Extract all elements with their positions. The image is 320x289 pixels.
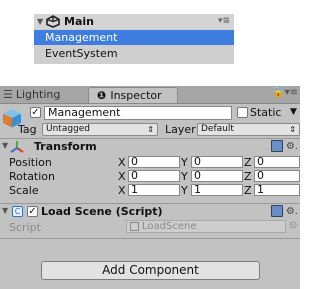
tab-lighting[interactable]: ☰ Lighting: [0, 87, 88, 103]
axis-z-label: Z: [244, 184, 252, 197]
gameobject-header: ✓ Management Static ▼ Tag Untagged ⇕ Lay…: [0, 104, 300, 137]
inspector-window: ☰ Lighting ❶ Inspector 🔒▾≡ ✓ Management St…: [0, 86, 300, 289]
transform-axes-icon: [10, 141, 24, 153]
unity-scene-icon: [46, 15, 60, 28]
position-y-field[interactable]: 0: [191, 156, 243, 168]
static-dropdown-arrow-icon[interactable]: ▼: [290, 107, 297, 117]
tab-inspector-label: Inspector: [110, 89, 162, 102]
axis-z-label: Z: [244, 170, 252, 183]
hierarchy-item[interactable]: Management: [34, 30, 234, 45]
tag-dropdown-value: Untagged: [46, 124, 91, 134]
component-settings-icon[interactable]: ⚙.: [270, 205, 298, 217]
static-checkbox[interactable]: [237, 107, 248, 118]
divider: [0, 238, 300, 239]
axis-y-label: Y: [181, 184, 188, 197]
axis-x-label: X: [118, 156, 126, 169]
foldout-arrow-icon[interactable]: ▼: [37, 14, 43, 29]
transform-title: Transform: [34, 140, 97, 153]
script-label: Script: [9, 221, 41, 234]
component-enabled-checkbox[interactable]: ✓: [27, 206, 38, 217]
axis-x-label: X: [118, 184, 126, 197]
script-icon: C: [12, 206, 23, 217]
rotation-x-field[interactable]: 0: [128, 170, 180, 182]
foldout-arrow-icon[interactable]: ▼: [2, 206, 8, 215]
scene-name: Main: [64, 15, 94, 28]
help-book-icon[interactable]: [270, 140, 283, 152]
object-picker-icon: ⊙: [289, 220, 298, 231]
scale-label: Scale: [9, 184, 39, 197]
script-file-icon: [130, 221, 139, 231]
lock-icon[interactable]: 🔒▾≡: [272, 87, 298, 98]
axis-z-label: Z: [244, 156, 252, 169]
tab-bar: ☰ Lighting ❶ Inspector 🔒▾≡: [0, 86, 300, 104]
position-label: Position: [9, 156, 52, 169]
position-z-field[interactable]: 0: [254, 156, 300, 168]
tab-lighting-label: Lighting: [15, 88, 61, 101]
scene-row[interactable]: ▼ Main ▾≡: [34, 14, 234, 29]
hierarchy-panel: ▼ Main ▾≡ Management EventSystem: [34, 14, 234, 64]
active-checkbox[interactable]: ✓: [30, 107, 41, 118]
hierarchy-item[interactable]: EventSystem: [34, 46, 234, 61]
rotation-z-field[interactable]: 0: [254, 170, 300, 182]
tab-inspector[interactable]: ❶ Inspector: [88, 87, 178, 103]
lighting-icon: ☰: [3, 88, 13, 101]
layer-dropdown[interactable]: Default ⇕: [197, 123, 300, 136]
tag-dropdown[interactable]: Untagged ⇕: [42, 123, 158, 136]
dropdown-arrow-icon: ⇕: [289, 125, 296, 134]
position-x-field[interactable]: 0: [128, 156, 180, 168]
load-scene-component-header[interactable]: ▼ C ✓ Load Scene (Script) ⚙.: [0, 203, 300, 219]
tag-label: Tag: [18, 123, 37, 136]
layer-dropdown-value: Default: [201, 124, 234, 134]
dropdown-arrow-icon: ⇕: [147, 125, 154, 134]
scale-z-field[interactable]: 1: [254, 184, 300, 196]
script-object-field: LoadScene: [126, 220, 286, 233]
static-label: Static: [250, 106, 282, 119]
load-scene-title: Load Scene (Script): [41, 205, 163, 218]
component-settings-icon[interactable]: ⚙.: [270, 140, 298, 152]
axis-x-label: X: [118, 170, 126, 183]
rotation-y-field[interactable]: 0: [191, 170, 243, 182]
layer-label: Layer: [165, 123, 196, 136]
axis-y-label: Y: [181, 156, 188, 169]
transform-header[interactable]: ▼ Transform ⚙.: [0, 138, 300, 154]
gameobject-name-field[interactable]: Management: [44, 106, 232, 120]
script-value: LoadScene: [142, 221, 197, 232]
scene-menu-icon[interactable]: ▾≡: [218, 14, 230, 29]
axis-y-label: Y: [181, 170, 188, 183]
info-icon: ❶: [97, 89, 107, 102]
scale-x-field[interactable]: 1: [128, 184, 180, 196]
add-component-button[interactable]: Add Component: [41, 261, 260, 280]
rotation-label: Rotation: [9, 170, 56, 183]
foldout-arrow-icon[interactable]: ▼: [2, 141, 8, 150]
help-book-icon[interactable]: [270, 205, 283, 217]
scale-y-field[interactable]: 1: [191, 184, 243, 196]
